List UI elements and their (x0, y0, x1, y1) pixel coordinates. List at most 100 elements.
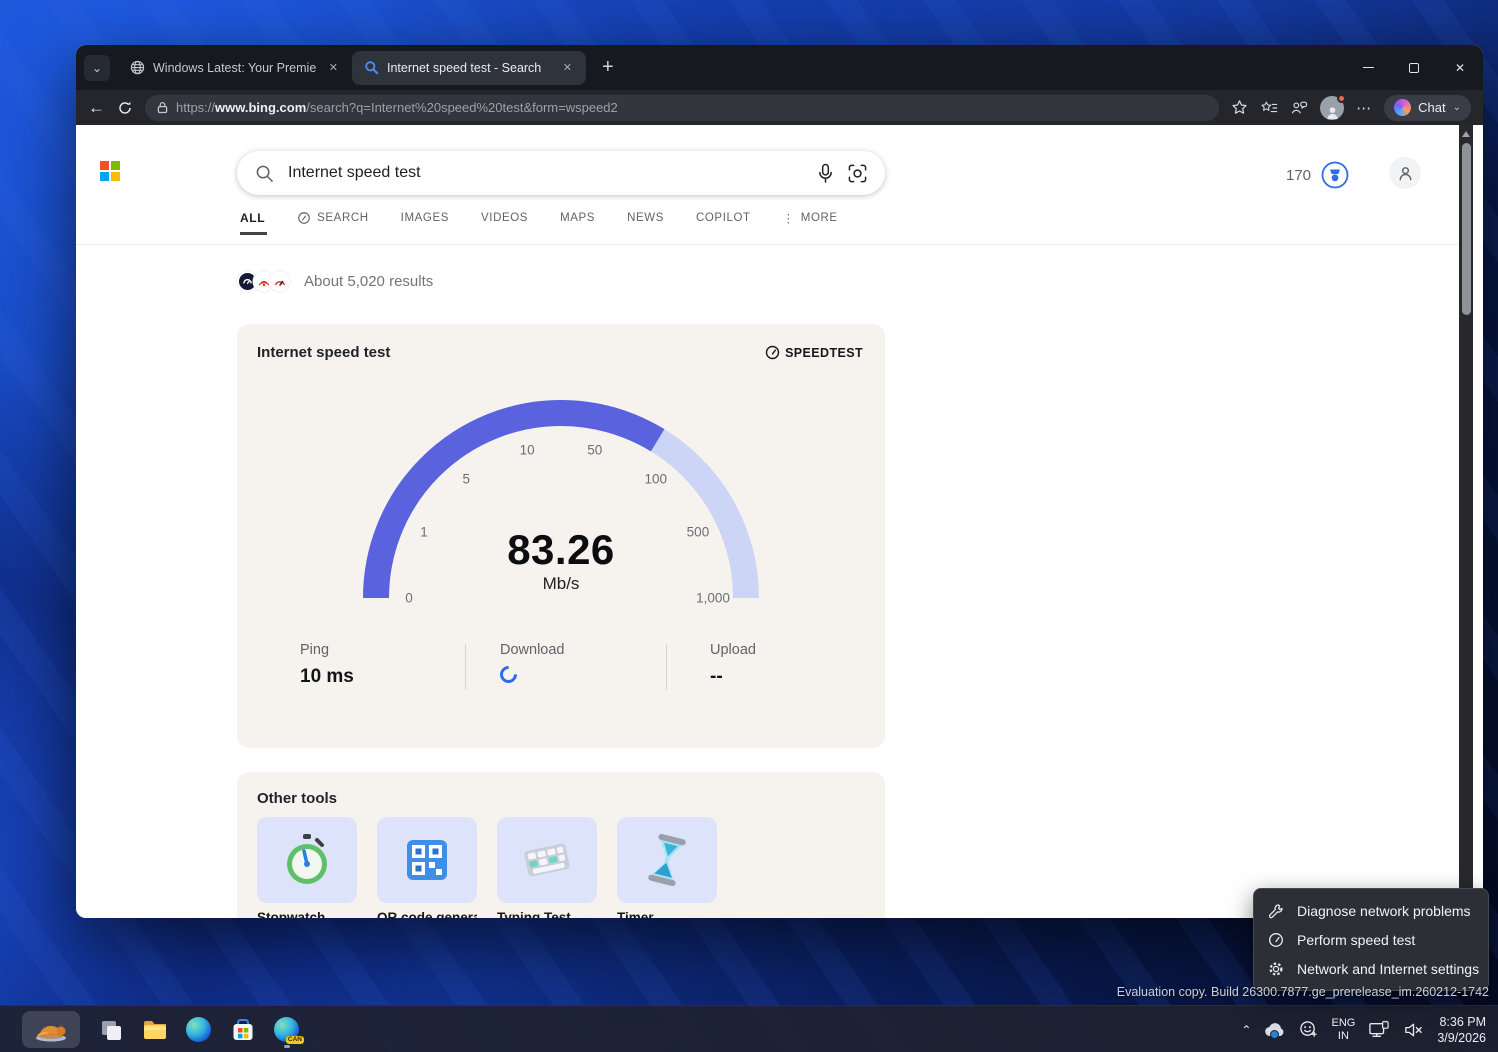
refresh-button[interactable] (117, 100, 133, 116)
tab-internet-speed-test[interactable]: Internet speed test - Search ✕ (352, 51, 586, 85)
favorite-star-button[interactable] (1231, 99, 1248, 116)
tab-windows-latest[interactable]: Windows Latest: Your Premier Sou ✕ (118, 51, 352, 85)
tool-label: QR code generator (377, 910, 477, 918)
tab-images[interactable]: IMAGES (401, 212, 449, 224)
evaluation-watermark: Evaluation copy. Build 26300.7877.ge_pre… (1117, 985, 1489, 999)
minimize-icon (1363, 67, 1374, 69)
scrollbar-thumb[interactable] (1462, 143, 1471, 315)
tab-more[interactable]: ⋮ MORE (783, 211, 838, 225)
widget-title: Internet speed test (257, 344, 390, 361)
microsoft-store-button[interactable] (229, 1016, 256, 1043)
time-text: 8:36 PM (1437, 1014, 1486, 1030)
scrollbar-up-arrow[interactable] (1462, 131, 1470, 137)
tab-close-button[interactable]: ✕ (559, 59, 576, 76)
gauge-tick: 5 (462, 472, 470, 487)
tab-label: SEARCH (317, 212, 369, 224)
window-controls: ✕ (1345, 45, 1483, 90)
tab-close-button[interactable]: ✕ (325, 59, 342, 76)
taskbar: CAN ⌃ ENG IN 8:36 PM (0, 1005, 1498, 1052)
url-host: www.bing.com (215, 100, 306, 115)
speedtest-brand[interactable]: SPEEDTEST (765, 345, 863, 360)
chat-label: Chat (1418, 100, 1445, 115)
address-bar[interactable]: https://www.bing.com/search?q=Internet%2… (145, 95, 1219, 121)
maximize-button[interactable] (1391, 45, 1437, 90)
minimize-button[interactable] (1345, 45, 1391, 90)
canary-badge: CAN (286, 1036, 304, 1045)
qr-code-tile[interactable] (377, 817, 477, 903)
microphone-icon[interactable] (817, 163, 834, 184)
edge-browser-button[interactable] (185, 1016, 212, 1043)
menu-item-label: Perform speed test (1297, 932, 1415, 948)
task-view-button[interactable] (97, 1016, 124, 1043)
bing-search-icon (364, 60, 379, 75)
rewards-counter[interactable]: 170 (1286, 161, 1349, 189)
tab-all[interactable]: ALL (240, 211, 265, 225)
close-icon: ✕ (1455, 61, 1465, 75)
speed-value: 83.26 (341, 526, 781, 574)
chevron-down-icon: ⌄ (1453, 102, 1461, 113)
onedrive-cloud-icon[interactable] (1264, 1022, 1286, 1038)
typing-test-tile[interactable] (497, 817, 597, 903)
tab-maps[interactable]: MAPS (560, 212, 595, 224)
edge-canary-button[interactable]: CAN (273, 1016, 300, 1043)
menu-item-label: Network and Internet settings (1297, 961, 1479, 977)
menu-item-speed-test[interactable]: Perform speed test (1254, 925, 1488, 954)
rewards-points: 170 (1286, 167, 1311, 184)
copilot-icon (1394, 99, 1411, 116)
brand-label: SPEEDTEST (785, 346, 863, 360)
copilot-chat-button[interactable]: Chat ⌄ (1384, 95, 1471, 121)
speed-stats-row: Ping 10 ms Download Upload -- (237, 636, 885, 706)
language-indicator[interactable]: ENG IN (1331, 1017, 1355, 1043)
stopwatch-tile[interactable] (257, 817, 357, 903)
speedometer-icon (1268, 932, 1284, 948)
bing-profile-button[interactable] (1389, 157, 1421, 189)
more-menu-button[interactable]: ⋯ (1356, 99, 1372, 117)
search-input[interactable]: Internet speed test (237, 151, 885, 195)
tab-copilot[interactable]: COPILOT (696, 212, 751, 224)
stopwatch-icon (281, 832, 333, 888)
speed-gauge: 01510501005001,000 83.26 Mb/s (341, 376, 781, 616)
browser-essentials-icon[interactable] (1290, 100, 1308, 116)
timer-tile[interactable] (617, 817, 717, 903)
gauge-tick: 10 (520, 442, 535, 457)
url-path: /search?q=Internet%20speed%20test&form=w… (306, 100, 617, 115)
new-tab-button[interactable]: + (596, 56, 620, 79)
network-ethernet-icon[interactable] (1368, 1020, 1390, 1040)
menu-item-network-settings[interactable]: Network and Internet settings (1254, 954, 1488, 983)
stat-divider (465, 644, 466, 690)
page-scrollbar[interactable] (1459, 125, 1473, 918)
gauge-tick: 100 (645, 472, 668, 487)
widgets-fox-button[interactable] (22, 1011, 80, 1048)
back-button[interactable]: ← (88, 99, 105, 116)
chevron-down-icon: ⌄ (92, 61, 102, 75)
visual-search-icon[interactable] (848, 164, 867, 183)
other-tools-tiles (257, 817, 717, 903)
volume-muted-icon[interactable] (1403, 1021, 1424, 1039)
result-favicons (237, 271, 290, 292)
close-button[interactable]: ✕ (1437, 45, 1483, 90)
url-text: https://www.bing.com/search?q=Internet%2… (176, 100, 618, 115)
favorites-list-button[interactable] (1260, 100, 1278, 116)
deep-search-icon (297, 211, 311, 225)
profile-avatar[interactable] (1320, 96, 1344, 120)
upload-stat: Upload -- (710, 642, 756, 688)
edge-icon (186, 1017, 211, 1042)
tab-videos[interactable]: VIDEOS (481, 212, 528, 224)
microsoft-logo[interactable] (100, 161, 120, 181)
speedtest-red-gauge-favicon (269, 271, 290, 292)
tab-search[interactable]: SEARCH (297, 211, 369, 225)
file-explorer-button[interactable] (141, 1016, 168, 1043)
tray-overflow-button[interactable]: ⌃ (1241, 1023, 1251, 1037)
stat-divider (666, 644, 667, 690)
other-tools-widget: Other tools (237, 772, 885, 918)
menu-item-diagnose[interactable]: Diagnose network problems (1254, 896, 1488, 925)
other-tools-title: Other tools (237, 772, 885, 807)
tab-search-button[interactable]: ⌄ (84, 55, 110, 81)
tool-label: Typing Test (497, 910, 597, 918)
download-label: Download (500, 642, 565, 658)
search-query-text: Internet speed test (288, 164, 803, 182)
emoji-feedback-icon[interactable] (1299, 1020, 1318, 1039)
tab-news[interactable]: NEWS (627, 212, 664, 224)
date-text: 3/9/2026 (1437, 1030, 1486, 1046)
clock[interactable]: 8:36 PM 3/9/2026 (1437, 1014, 1490, 1046)
